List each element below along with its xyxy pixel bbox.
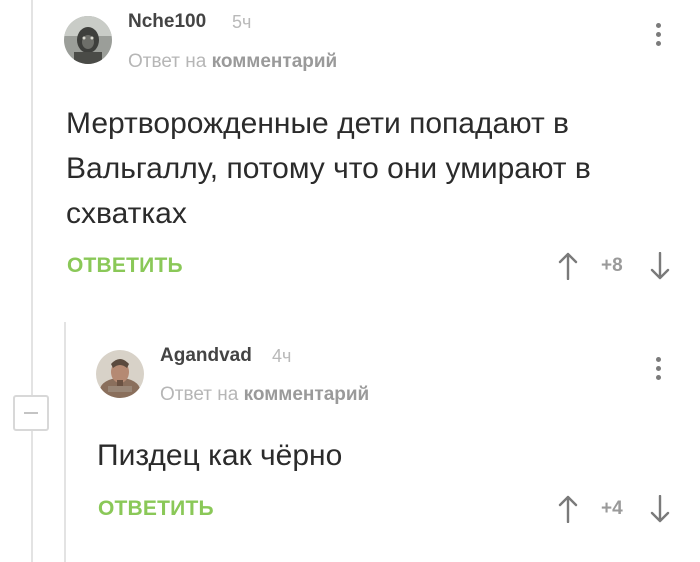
avatar-image — [64, 16, 112, 64]
avatar[interactable] — [64, 16, 112, 64]
upvote-arrow-icon[interactable] — [558, 495, 578, 523]
username[interactable]: Nche100 — [128, 11, 206, 33]
reply-to-target[interactable]: комментарий — [212, 51, 338, 72]
comment-time: 4ч — [272, 346, 292, 366]
kebab-menu-icon[interactable] — [656, 357, 662, 384]
collapse-thread-button[interactable] — [13, 395, 49, 431]
reply-to-target[interactable]: комментарий — [244, 384, 370, 405]
reply-button[interactable]: ОТВЕТИТЬ — [67, 254, 183, 278]
kebab-menu-icon[interactable] — [656, 23, 662, 50]
thread-line-nested — [64, 322, 66, 562]
comment-text: Пиздец как чёрно — [97, 439, 343, 472]
reply-button[interactable]: ОТВЕТИТЬ — [98, 497, 214, 521]
avatar[interactable] — [96, 350, 144, 398]
upvote-arrow-icon[interactable] — [558, 252, 578, 280]
reply-to-prefix: Ответ на — [160, 384, 239, 405]
thread-line-outer — [31, 0, 33, 562]
collapse-minus-icon — [24, 412, 38, 414]
reply-to-link[interactable]: Ответ на комментарий — [160, 384, 369, 406]
downvote-arrow-icon[interactable] — [650, 495, 670, 523]
avatar-image — [96, 350, 144, 398]
comment-text: Мертворожденные дети попадают в Вальгалл… — [66, 107, 591, 230]
rating-value: +4 — [601, 498, 623, 519]
username[interactable]: Agandvad — [160, 345, 252, 367]
comment-time: 5ч — [232, 12, 252, 32]
rating-value: +8 — [601, 255, 623, 276]
downvote-arrow-icon[interactable] — [650, 252, 670, 280]
reply-to-link[interactable]: Ответ на комментарий — [128, 51, 337, 73]
reply-to-prefix: Ответ на — [128, 51, 207, 72]
